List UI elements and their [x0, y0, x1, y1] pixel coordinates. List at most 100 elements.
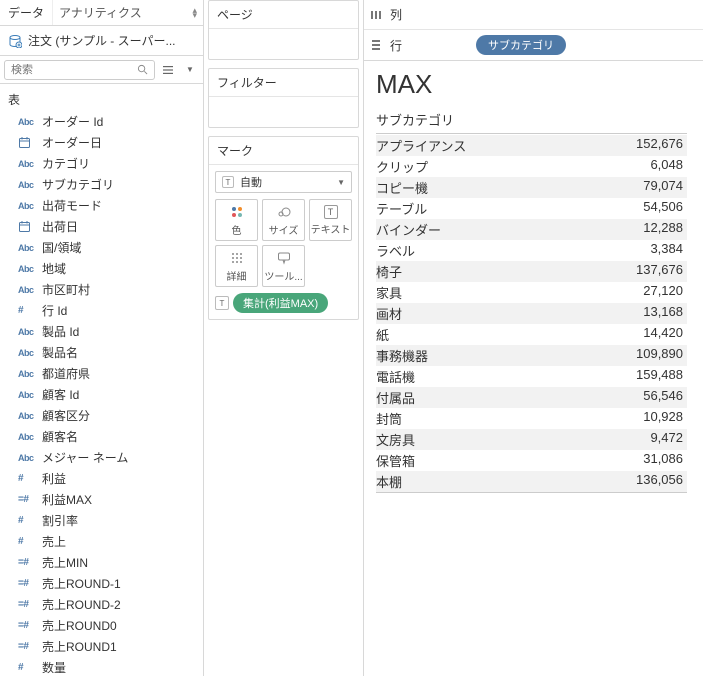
field-row[interactable]: Abcカテゴリ — [0, 153, 203, 174]
field-row[interactable]: Abc顧客 Id — [0, 384, 203, 405]
field-type-icon: Abc — [18, 264, 36, 274]
row-category: 保管箱 — [376, 451, 415, 470]
field-label: メジャー ネーム — [42, 449, 128, 466]
field-type-icon — [18, 220, 36, 233]
field-type-icon: Abc — [18, 243, 36, 253]
marks-body: T 自動 ▼ 色 サイズ T — [209, 165, 358, 319]
table-row[interactable]: コピー機79,074 — [376, 177, 687, 198]
row-category: 付属品 — [376, 388, 415, 407]
pages-body[interactable] — [209, 29, 358, 59]
table-row[interactable]: バインダー12,288 — [376, 219, 687, 240]
field-label: 地域 — [42, 260, 66, 277]
view-list-icon[interactable] — [159, 61, 177, 79]
table-row[interactable]: クリップ6,048 — [376, 156, 687, 177]
row-value: 13,168 — [643, 304, 683, 323]
table-row[interactable]: 保管箱31,086 — [376, 450, 687, 471]
field-type-icon: Abc — [18, 369, 36, 379]
mark-text-button[interactable]: T テキスト — [309, 199, 352, 241]
shelves: 列 行 サブカテゴリ — [364, 0, 703, 61]
columns-shelf[interactable]: 列 — [364, 0, 703, 30]
datasource-row[interactable]: 注文 (サンプル - スーパー... — [0, 26, 203, 56]
field-row[interactable]: #数量 — [0, 657, 203, 676]
mark-color-button[interactable]: 色 — [215, 199, 258, 241]
field-type-icon: =# — [18, 557, 36, 568]
field-row[interactable]: Abc顧客名 — [0, 426, 203, 447]
mark-pill[interactable]: 集計(利益MAX) — [233, 293, 328, 313]
tab-data[interactable]: データ — [0, 0, 52, 26]
field-row[interactable]: #行 Id — [0, 300, 203, 321]
mark-pill-row[interactable]: T 集計(利益MAX) — [215, 293, 352, 313]
search-box[interactable] — [4, 60, 155, 80]
field-row[interactable]: Abcオーダー Id — [0, 111, 203, 132]
row-category: アプライアンス — [376, 136, 466, 155]
row-category: テーブル — [376, 199, 427, 218]
field-row[interactable]: 出荷日 — [0, 216, 203, 237]
field-label: 売上ROUND0 — [42, 617, 117, 634]
search-input[interactable] — [11, 64, 137, 76]
table-row[interactable]: ラベル3,384 — [376, 240, 687, 261]
field-row[interactable]: Abc市区町村 — [0, 279, 203, 300]
field-label: 国/領域 — [42, 239, 81, 256]
table-row[interactable]: 本棚136,056 — [376, 471, 687, 492]
table-row[interactable]: 封筒10,928 — [376, 408, 687, 429]
view-dropdown-icon[interactable]: ▼ — [181, 61, 199, 79]
field-row[interactable]: =#売上ROUND1 — [0, 636, 203, 657]
field-row[interactable]: オーダー日 — [0, 132, 203, 153]
field-row[interactable]: =#売上ROUND-1 — [0, 573, 203, 594]
data-table: アプライアンス152,676クリップ6,048コピー機79,074テーブル 54,… — [376, 135, 687, 492]
field-type-icon: # — [18, 473, 36, 484]
mark-detail-button[interactable]: 詳細 — [215, 245, 258, 287]
table-row[interactable]: 椅子 137,676 — [376, 261, 687, 282]
row-value: 79,074 — [643, 178, 683, 197]
field-row[interactable]: #割引率 — [0, 510, 203, 531]
field-row[interactable]: Abc都道府県 — [0, 363, 203, 384]
row-category: 椅子 — [376, 262, 402, 281]
row-value: 54,506 — [643, 199, 683, 218]
field-label: 売上ROUND1 — [42, 638, 117, 655]
field-row[interactable]: =#売上ROUND0 — [0, 615, 203, 636]
field-row[interactable]: Abc顧客区分 — [0, 405, 203, 426]
table-row[interactable]: 家具27,120 — [376, 282, 687, 303]
field-label: サブカテゴリ — [42, 176, 114, 193]
field-row[interactable]: Abcサブカテゴリ — [0, 174, 203, 195]
table-row[interactable]: 事務機器109,890 — [376, 345, 687, 366]
mark-tooltip-button[interactable]: ツール... — [262, 245, 305, 287]
mark-size-button[interactable]: サイズ — [262, 199, 305, 241]
mark-type-select[interactable]: T 自動 ▼ — [215, 171, 352, 193]
field-row[interactable]: Abc製品 Id — [0, 321, 203, 342]
field-row[interactable]: Abcメジャー ネーム — [0, 447, 203, 468]
field-row[interactable]: Abc出荷モード — [0, 195, 203, 216]
table-row[interactable]: 紙14,420 — [376, 324, 687, 345]
search-row: ▼ — [0, 56, 203, 84]
filters-body[interactable] — [209, 97, 358, 127]
row-value: 14,420 — [643, 325, 683, 344]
row-category: 事務機器 — [376, 346, 428, 365]
tab-analytics[interactable]: アナリティクス ▴▾ — [52, 0, 203, 25]
field-row[interactable]: Abc 国/領域 — [0, 237, 203, 258]
filters-title: フィルター — [209, 69, 358, 97]
field-row[interactable]: Abc 地域 — [0, 258, 203, 279]
row-value: 137,676 — [636, 262, 683, 281]
field-row[interactable]: =#利益MAX — [0, 489, 203, 510]
table-row[interactable]: テーブル 54,506 — [376, 198, 687, 219]
color-icon — [230, 204, 244, 220]
viz-subhead: サブカテゴリ — [376, 108, 687, 134]
field-row[interactable]: # 利益 — [0, 468, 203, 489]
mark-size-label: サイズ — [269, 222, 299, 237]
field-row[interactable]: Abc製品名 — [0, 342, 203, 363]
field-row[interactable]: =#売上ROUND-2 — [0, 594, 203, 615]
table-row[interactable]: アプライアンス152,676 — [376, 135, 687, 156]
field-row[interactable]: #売上 — [0, 531, 203, 552]
rows-pill[interactable]: サブカテゴリ — [476, 35, 566, 55]
row-category: 文房具 — [376, 430, 415, 449]
field-row[interactable]: =#売上MIN — [0, 552, 203, 573]
table-row[interactable]: 電話機159,488 — [376, 366, 687, 387]
rows-shelf[interactable]: 行 サブカテゴリ — [364, 30, 703, 60]
field-label: 数量 — [42, 659, 66, 676]
field-label: 利益 — [42, 470, 66, 487]
table-row[interactable]: 文房具9,472 — [376, 429, 687, 450]
table-row[interactable]: 画材13,168 — [376, 303, 687, 324]
table-row[interactable]: 付属品56,546 — [376, 387, 687, 408]
viz-title[interactable]: MAX — [376, 69, 687, 100]
data-pane: データ アナリティクス ▴▾ 注文 (サンプル - スーパー... ▼ 表 Ab… — [0, 0, 204, 676]
